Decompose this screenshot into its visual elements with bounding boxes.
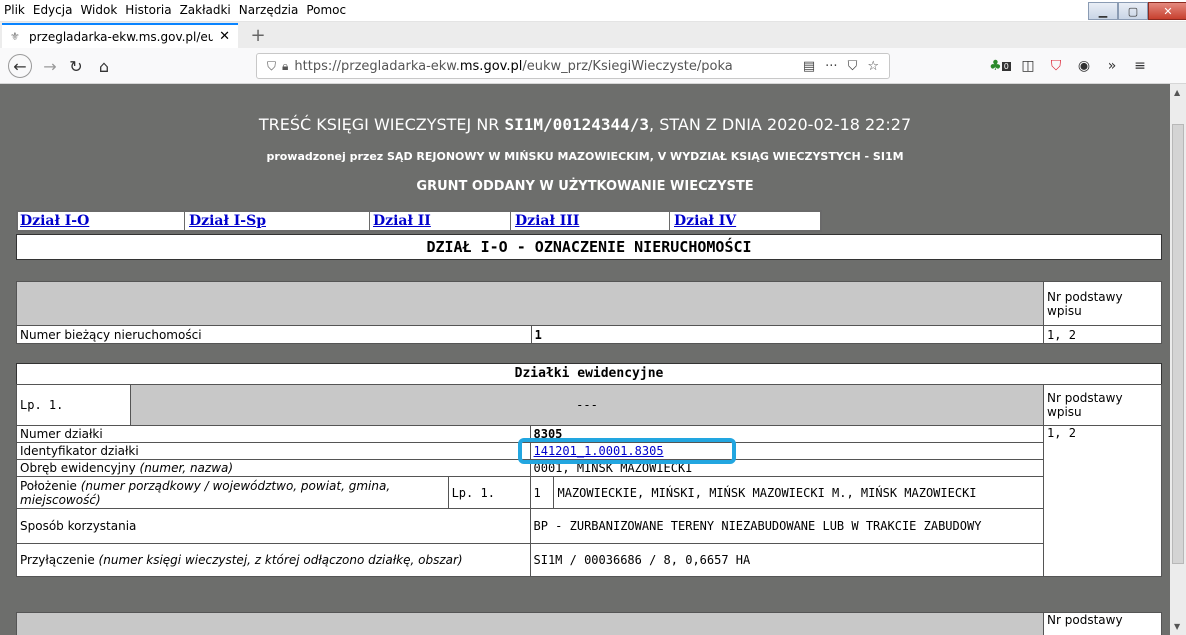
maximize-button[interactable]: ▢: [1118, 2, 1148, 20]
przylaczenie-label: Przyłączenie (numer księgi wieczystej, z…: [16, 543, 531, 577]
lp-cell: Lp. 1.: [16, 384, 131, 426]
close-window-button[interactable]: ✕: [1148, 2, 1186, 20]
section-title: DZIAŁ I-O - OZNACZENIE NIERUCHOMOŚCI: [16, 234, 1162, 260]
court-subtitle: prowadzonej przez SĄD REJONOWY W MIŃSKU …: [266, 150, 904, 163]
toolbar-icons: ♣ 0 ◫ ⛉ ◉ » ≡: [986, 54, 1154, 78]
nav-divider: [510, 212, 511, 230]
site-favicon-icon: ⚜: [10, 29, 20, 43]
link-dzial-i-o[interactable]: Dział I-O: [20, 213, 89, 229]
numer-biezacy-ref: 1, 2: [1043, 325, 1162, 344]
highlight-box: [518, 438, 736, 464]
lock-icon[interactable]: 🔒︎: [282, 59, 288, 74]
menu-zakladki[interactable]: Zakładki: [180, 3, 231, 17]
menu-edycja[interactable]: Edycja: [33, 3, 73, 17]
obreb-label: Obręb ewidencyjny (numer, nazwa): [16, 459, 531, 477]
url-text[interactable]: https://przegladarka-ekw.ms.gov.pl/eukw_…: [294, 59, 802, 74]
scroll-down-icon[interactable]: ▼: [1174, 622, 1180, 631]
pocket-toolbar-icon[interactable]: ⛉: [1042, 54, 1070, 78]
numer-biezacy-label: Numer bieżący nieruchomości: [16, 325, 532, 344]
tab-strip: ⚜ przegladarka-ekw.ms.gov.pl/eu ✕ +: [0, 22, 1186, 48]
extension-icon[interactable]: ♣ 0: [986, 54, 1014, 78]
navigation-bar: ← → ↻ ⌂ ⛉ 🔒︎ https://przegladarka-ekw.ms…: [0, 48, 1186, 84]
reload-button[interactable]: ↻: [64, 54, 88, 78]
menu-plik[interactable]: Plik: [4, 3, 25, 17]
section-nav: Dział I-O Dział I-Sp Dział II Dział III …: [16, 210, 822, 232]
property-type: GRUNT ODDANY W UŻYTKOWANIE WIECZYSTE: [416, 179, 754, 194]
menu-items: Plik Edycja Widok Historia Zakładki Narz…: [4, 3, 346, 17]
link-dzial-iii[interactable]: Dział III: [515, 213, 579, 229]
sposob-value: BP - ZURBANIZOWANE TERENY NIEZABUDOWANE …: [529, 508, 1045, 544]
polozenie-label: Położenie (numer porządkowy / województw…: [16, 476, 449, 509]
numer-dzialki-label: Numer działki: [16, 425, 531, 443]
reader-view-icon[interactable]: ▤: [803, 59, 815, 74]
kw-title: TREŚĆ KSIĘGI WIECZYSTEJ NR SI1M/00124344…: [258, 115, 912, 134]
pocket-icon[interactable]: ⛉: [848, 59, 858, 74]
browser-tab[interactable]: ⚜ przegladarka-ekw.ms.gov.pl/eu ✕: [2, 23, 238, 48]
minimize-button[interactable]: ▁: [1088, 2, 1118, 20]
menu-widok[interactable]: Widok: [80, 3, 117, 17]
przylaczenie-value: SI1M / 00036686 / 8, 0,6657 HA: [529, 543, 1045, 577]
sidebar-icon[interactable]: ◫: [1014, 54, 1042, 78]
dzialki-title: Działki ewidencyjne: [16, 363, 1162, 385]
window-controls: ▁ ▢ ✕: [1088, 2, 1186, 20]
table-header-gray: [15, 281, 1045, 326]
nav-divider: [669, 212, 670, 230]
dashes-cell: ---: [129, 384, 1045, 426]
menu-icon[interactable]: ≡: [1126, 54, 1154, 78]
table-next: Nr podstawy: [15, 612, 1162, 635]
shield-icon[interactable]: ⛉: [267, 59, 276, 74]
page-actions-icon[interactable]: ···: [825, 59, 837, 74]
vertical-scrollbar[interactable]: ▲ ▼: [1170, 84, 1186, 635]
nav-divider: [369, 212, 370, 230]
table-dzialki: Lp. 1. --- Nr podstawy wpisu Numer dział…: [16, 384, 1162, 577]
overflow-icon[interactable]: »: [1098, 54, 1126, 78]
link-dzial-i-sp[interactable]: Dział I-Sp: [189, 213, 266, 229]
menu-pomoc[interactable]: Pomoc: [306, 3, 346, 17]
polozenie-num: 1: [529, 476, 555, 509]
nr-podstawy-header: Nr podstawy wpisu: [1043, 281, 1162, 326]
dzialki-ref: 1, 2: [1043, 425, 1162, 577]
numer-biezacy-value: 1: [530, 325, 1045, 344]
nr-podstawy-header-2: Nr podstawy wpisu: [1043, 384, 1162, 426]
scroll-up-icon[interactable]: ▲: [1174, 88, 1180, 97]
polozenie-lp: Lp. 1.: [447, 476, 531, 509]
back-button[interactable]: ←: [8, 54, 32, 78]
scrollbar-thumb[interactable]: [1172, 124, 1184, 564]
account-icon[interactable]: ◉: [1070, 54, 1098, 78]
tab-title: przegladarka-ekw.ms.gov.pl/eu: [29, 29, 214, 44]
link-dzial-ii[interactable]: Dział II: [373, 213, 431, 229]
url-bar[interactable]: ⛉ 🔒︎ https://przegladarka-ekw.ms.gov.pl/…: [256, 53, 890, 79]
nav-divider: [184, 212, 185, 230]
link-dzial-iv[interactable]: Dział IV: [674, 213, 736, 229]
nr-podstawy-header-3: Nr podstawy: [1043, 612, 1162, 635]
table-header-gray-2: [15, 612, 1045, 635]
table-nieruchomosc: Nr podstawy wpisu Numer bieżący nierucho…: [15, 281, 1162, 344]
bookmark-star-icon[interactable]: ☆: [867, 59, 879, 74]
new-tab-button[interactable]: +: [246, 24, 270, 46]
tab-close-icon[interactable]: ✕: [219, 29, 230, 44]
menu-narzedzia[interactable]: Narzędzia: [239, 3, 299, 17]
polozenie-value: MAZOWIECKIE, MIŃSKI, MIŃSK MAZOWIECKI M.…: [553, 476, 1045, 509]
sposob-label: Sposób korzystania: [16, 508, 531, 544]
forward-button[interactable]: →: [38, 54, 62, 78]
identyfikator-label: Identyfikator działki: [16, 442, 531, 460]
menu-historia[interactable]: Historia: [125, 3, 171, 17]
home-button[interactable]: ⌂: [92, 54, 116, 78]
menu-bar: Plik Edycja Widok Historia Zakładki Narz…: [0, 0, 1186, 22]
page-content: TREŚĆ KSIĘGI WIECZYSTEJ NR SI1M/00124344…: [0, 84, 1170, 635]
